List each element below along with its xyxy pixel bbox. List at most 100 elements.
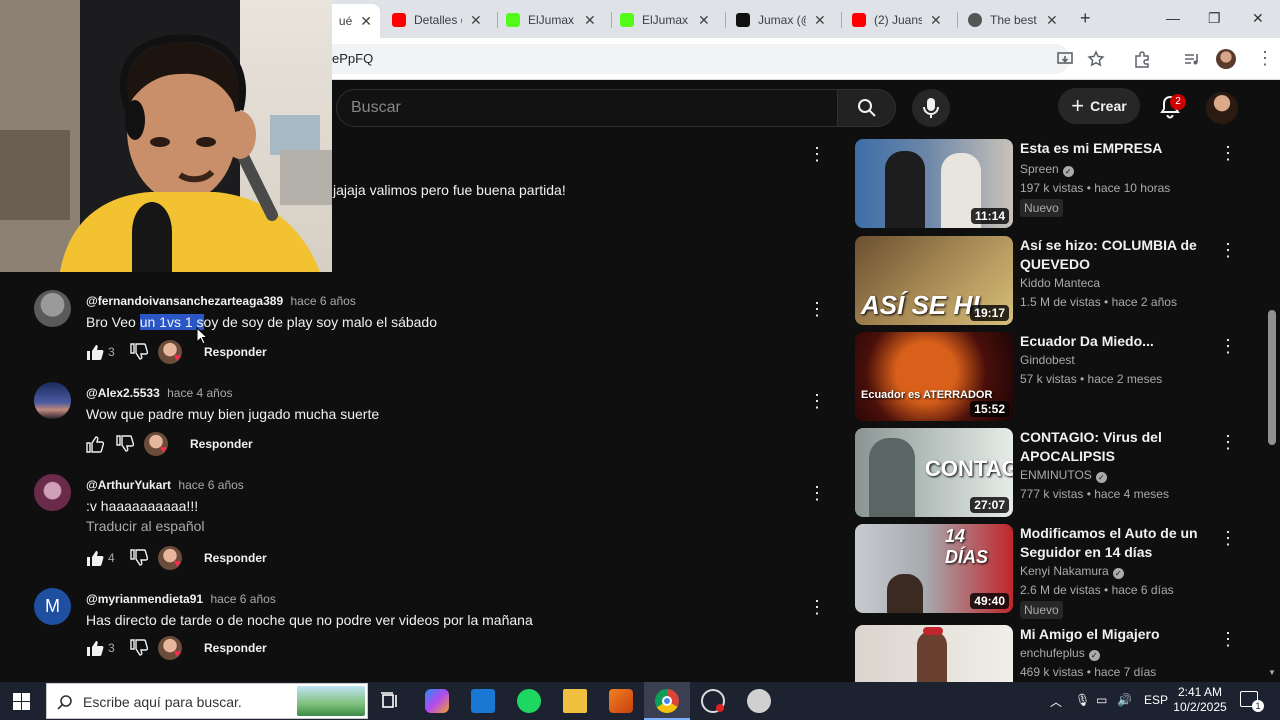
volume-icon[interactable]: 🔊 [1117,693,1132,707]
channel-name[interactable]: Kenyi Nakamura ✓ [1020,564,1124,579]
dislike-icon[interactable] [130,343,148,361]
video-menu-icon[interactable]: ⋮ [1219,336,1237,357]
copilot-icon[interactable] [425,689,449,713]
reply-button[interactable]: Responder [190,437,253,451]
channel-name[interactable]: Gindobest [1020,353,1075,367]
recommendation-item[interactable]: ASÍ SE HI 19:17 Así se hizo: COLUMBIA de… [855,236,1255,326]
profile-avatar[interactable] [1216,49,1236,69]
video-thumbnail[interactable]: ASÍ SE HI 19:17 [855,236,1013,325]
dislike-icon[interactable] [116,435,134,453]
like-filled-icon[interactable] [86,343,104,361]
system-clock[interactable]: 2:41 AM 10/2/2025 [1172,685,1228,715]
new-tab-button[interactable]: + [1080,8,1091,29]
recommendation-item[interactable]: 14 DÍAS 49:40 Modificamos el Auto de un … [855,524,1255,619]
close-tab-icon[interactable]: ✕ [930,12,942,29]
like-filled-icon[interactable] [86,639,104,657]
video-title[interactable]: Esta es mi EMPRESA [1020,139,1200,158]
video-menu-icon[interactable]: ⋮ [1219,528,1237,549]
input-language[interactable]: ESP [1144,693,1168,707]
channel-name[interactable]: Spreen ✓ [1020,162,1074,177]
recommendation-item[interactable]: CONTAGIO 27:07 CONTAGIO: Virus del APOCA… [855,428,1255,518]
comment-time[interactable]: hace 6 años [178,478,243,492]
comment-author[interactable]: @myrianmendieta91 [86,592,203,606]
extensions-icon[interactable] [1133,50,1151,68]
channel-name[interactable]: ENMINUTOS ✓ [1020,468,1107,483]
video-menu-icon[interactable]: ⋮ [1219,629,1237,650]
video-menu-icon[interactable]: ⋮ [1219,143,1237,164]
chrome-taskbar-active[interactable] [644,682,690,720]
close-tab-icon[interactable]: ✕ [1046,12,1058,29]
reply-button[interactable]: Responder [204,641,267,655]
tab-eljumax-2[interactable]: ElJumax V ✕ [612,6,724,34]
show-hidden-icons[interactable]: ︿ [1050,693,1062,710]
video-thumbnail[interactable] [855,625,1013,682]
comment-time[interactable]: hace 6 años [210,592,275,606]
restore-button[interactable]: ❐ [1208,10,1221,27]
install-app-icon[interactable] [1056,50,1074,68]
tab-detalles[interactable]: Detalles d ✕ [384,6,496,34]
comment-menu-icon[interactable]: ⋮ [808,484,826,502]
video-thumbnail[interactable]: CONTAGIO 27:07 [855,428,1013,517]
close-tab-icon[interactable]: ✕ [814,12,826,29]
dislike-icon[interactable] [130,639,148,657]
comment-author[interactable]: @ArthurYukart [86,478,171,492]
file-explorer-icon[interactable] [563,689,587,713]
minimize-button[interactable]: — [1166,10,1180,26]
reply-button[interactable]: Responder [204,345,267,359]
windows-start-icon[interactable] [13,693,30,710]
translate-link[interactable]: Traducir al español [86,518,205,534]
chrome-menu-icon[interactable]: ⋮ [1256,48,1274,69]
video-title[interactable]: Mi Amigo el Migajero [1020,625,1200,644]
comment-menu-icon[interactable]: ⋮ [808,145,826,163]
task-view-icon[interactable] [378,689,402,713]
dislike-icon[interactable] [130,549,148,567]
comment-time[interactable]: hace 4 años [167,386,232,400]
recommendation-item[interactable]: Mi Amigo el Migajero enchufeplus ✓ 469 k … [855,625,1255,682]
tab-eljumax-1[interactable]: ElJumax - ✕ [498,6,610,34]
search-input[interactable]: Buscar [336,89,838,127]
voice-search-button[interactable] [912,89,950,127]
search-button[interactable] [838,89,896,127]
comment-author[interactable]: @Alex2.5533 [86,386,160,400]
video-thumbnail[interactable]: 11:14 [855,139,1013,228]
close-tab-icon[interactable]: ✕ [698,12,710,29]
like-icon[interactable] [86,435,104,453]
page-scrollbar[interactable] [1268,310,1276,445]
bookmark-star-icon[interactable] [1087,50,1105,68]
reply-button[interactable]: Responder [204,551,267,565]
close-tab-icon[interactable]: ✕ [360,13,372,30]
close-window-button[interactable]: ✕ [1252,10,1264,27]
video-title[interactable]: CONTAGIO: Virus del APOCALIPSIS [1020,428,1200,466]
fl-studio-icon[interactable] [609,689,633,713]
commenter-avatar[interactable] [34,290,71,327]
video-menu-icon[interactable]: ⋮ [1219,240,1237,261]
comment-menu-icon[interactable]: ⋮ [808,598,826,616]
recommendation-item[interactable]: Ecuador es ATERRADOR 15:52 Ecuador Da Mi… [855,332,1255,422]
scroll-down-arrow-icon[interactable]: ▼ [1268,668,1276,677]
video-title[interactable]: Así se hizo: COLUMBIA de QUEVEDO [1020,236,1200,274]
media-player-icon[interactable] [747,689,771,713]
video-menu-icon[interactable]: ⋮ [1219,432,1237,453]
recommendation-item[interactable]: 11:14 Esta es mi EMPRESA Spreen ✓ 197 k v… [855,139,1255,229]
channel-name[interactable]: enchufeplus ✓ [1020,646,1100,661]
commenter-avatar[interactable]: M [34,588,71,625]
tab-juans[interactable]: (2) Juans ✕ [844,6,956,34]
channel-name[interactable]: Kiddo Manteca [1020,276,1100,290]
like-filled-icon[interactable] [86,549,104,567]
comment-menu-icon[interactable]: ⋮ [808,392,826,410]
close-tab-icon[interactable]: ✕ [584,12,596,29]
address-bar[interactable]: ePpFQ [320,44,1070,74]
comment-time[interactable]: hace 6 años [290,294,355,308]
video-thumbnail[interactable]: 14 DÍAS 49:40 [855,524,1013,613]
microsoft-store-icon[interactable] [471,689,495,713]
commenter-avatar[interactable] [34,382,71,419]
microphone-tray-icon[interactable]: 🎙 [1075,693,1090,707]
account-avatar[interactable] [1206,92,1238,124]
tab-the-best[interactable]: The best ✕ [960,6,1072,34]
comment-author[interactable]: @fernandoivansanchezarteaga389 [86,294,283,308]
video-thumbnail[interactable]: Ecuador es ATERRADOR 15:52 [855,332,1013,421]
commenter-avatar[interactable] [34,474,71,511]
comment-menu-icon[interactable]: ⋮ [808,300,826,318]
media-control-icon[interactable] [1183,50,1201,68]
taskbar-search-box[interactable]: Escribe aquí para buscar. [46,683,368,719]
